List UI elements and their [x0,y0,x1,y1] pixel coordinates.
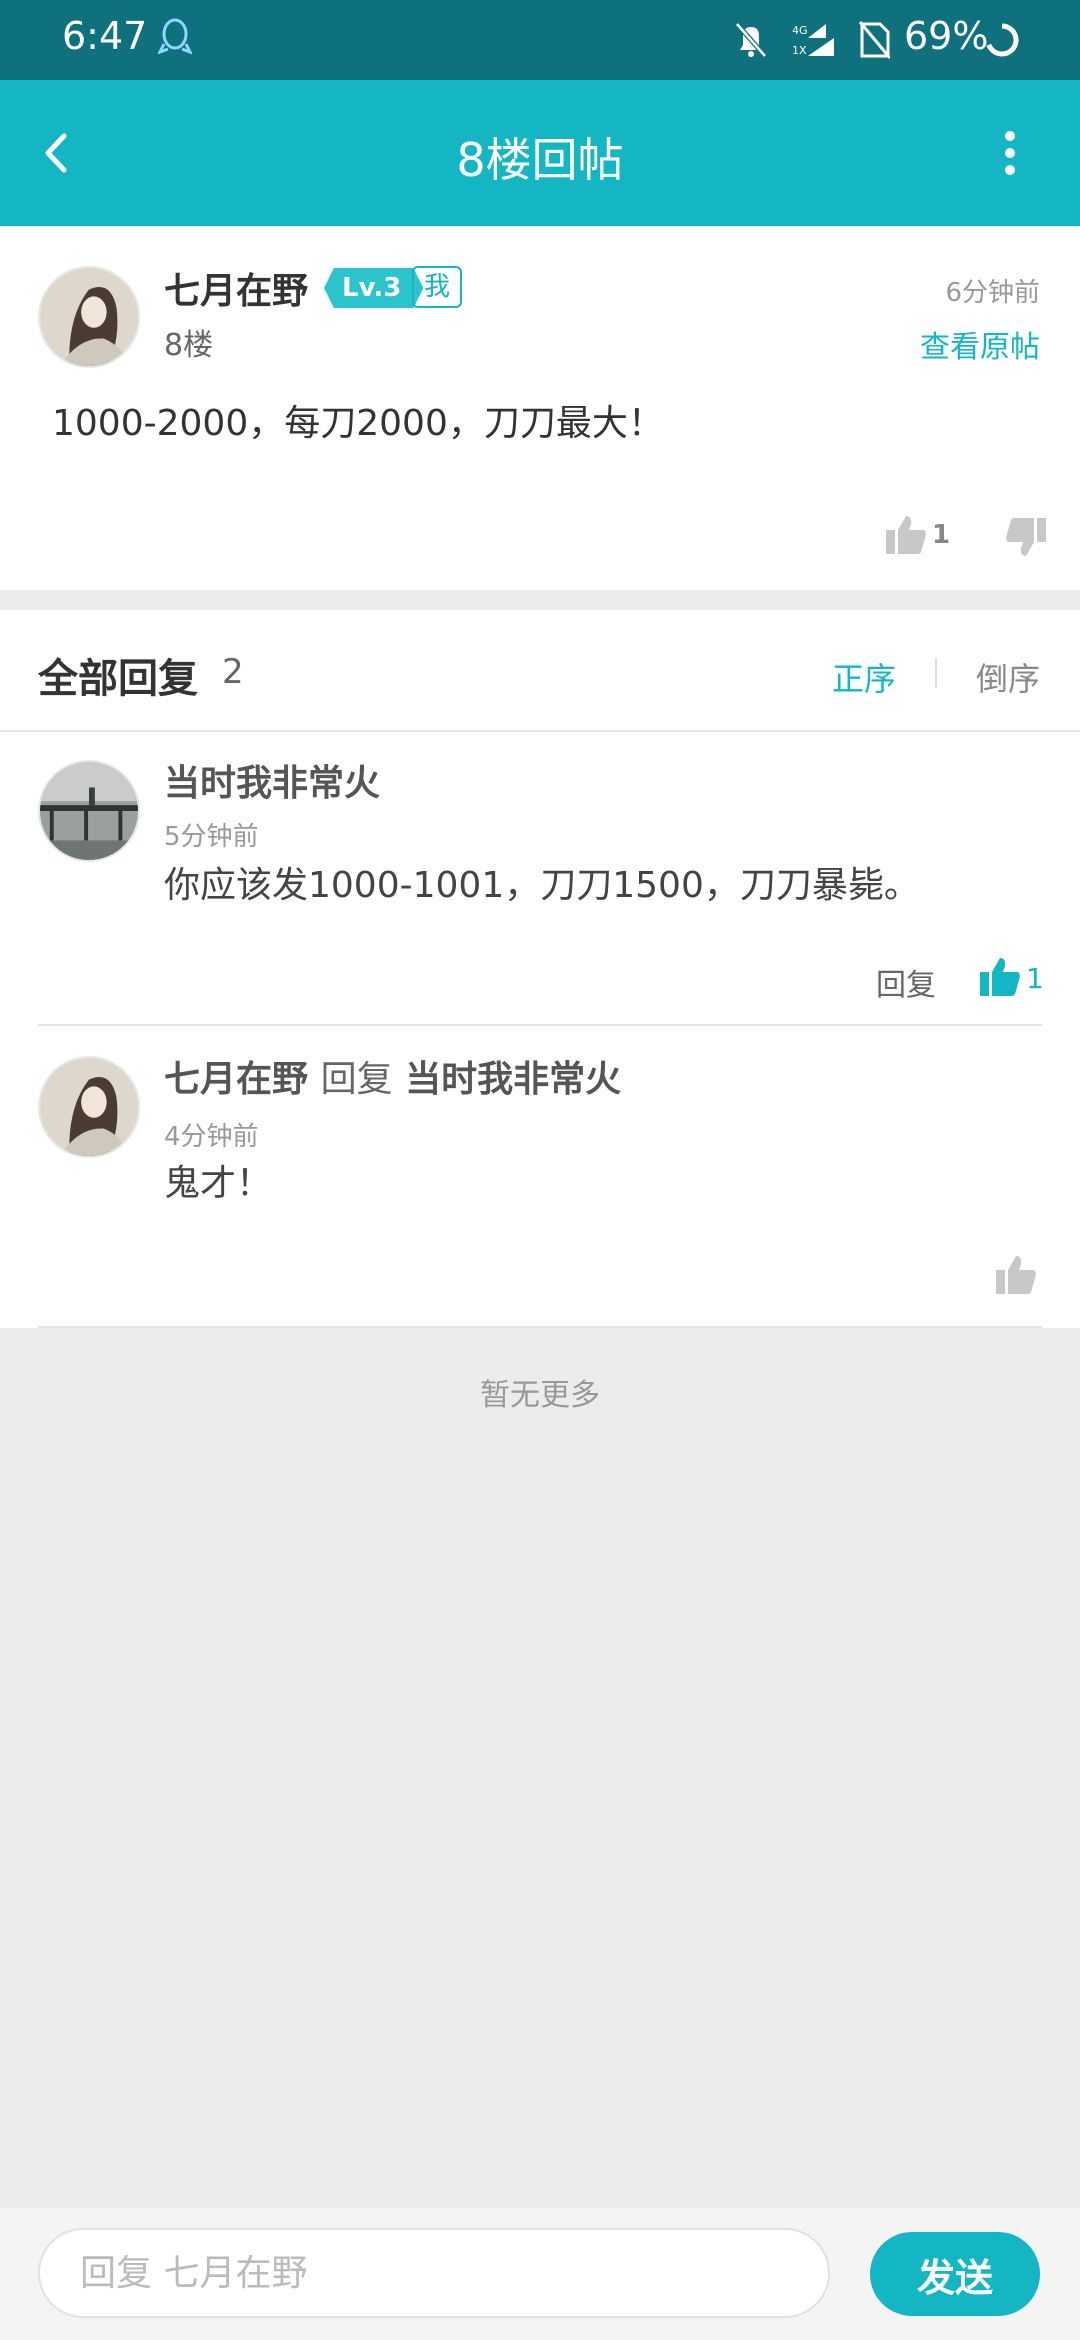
avatar[interactable] [38,266,140,368]
avatar[interactable] [38,760,140,862]
replies-section: 全部回复 2 正序 倒序 当时我非常火 5分钟前 你应该发1000-1001，刀… [0,610,1080,1328]
me-badge: 我 [412,266,462,308]
reply-author[interactable]: 七月在野 [164,1059,308,1100]
no-more-label: 暂无更多 [480,1378,600,1413]
reply-author-line: 七月在野 回复 当时我非常火 [164,1050,621,1102]
like-count: 1 [1026,962,1044,995]
divider [38,1326,1042,1328]
level-badge: Lv.3 [324,268,424,308]
thumbs-up-icon[interactable] [884,512,928,556]
reply-time: 5分钟前 [164,822,259,852]
more-vertical-icon[interactable] [996,124,1024,182]
send-button[interactable]: 发送 [870,2232,1040,2316]
replies-heading: 全部回复 [38,656,198,702]
page-title: 8楼回帖 [456,133,624,187]
post-time: 6分钟前 [945,278,1040,308]
divider [0,730,1080,732]
replies-count: 2 [222,652,244,692]
svg-text:1X: 1X [792,44,807,57]
reply-word: 回复 [320,1059,393,1100]
thumbs-down-icon[interactable] [1004,516,1048,560]
floor-number: 8楼 [164,328,214,363]
bell-off-icon [735,22,767,58]
reply-input[interactable] [38,2228,830,2318]
no-sim-icon [858,21,890,59]
battery-ring-icon [985,23,1019,57]
avatar[interactable] [38,1056,140,1158]
thumbs-up-icon[interactable] [978,954,1022,998]
avatar-image [40,1058,138,1156]
svg-text:4G: 4G [792,24,808,37]
sort-descending-button[interactable]: 倒序 [976,654,1040,700]
reply-target[interactable]: 当时我非常火 [405,1059,621,1100]
post-content: 1000-2000，每刀2000，刀刀最大！ [52,403,664,444]
reply-button[interactable]: 回复 [876,960,936,1004]
avatar-image [40,268,138,366]
status-time: 6:47 [62,14,148,58]
sort-separator [935,658,937,688]
author-name[interactable]: 七月在野 [164,262,308,314]
avatar-image [40,762,138,860]
like-count: 1 [932,520,951,550]
battery-percent: 69% [904,14,989,58]
thumbs-up-icon[interactable] [994,1252,1038,1296]
reply-content: 你应该发1000-1001，刀刀1500，刀刀暴毙。 [164,865,920,906]
status-bar: 6:47 4G 1X 69% [0,0,1080,80]
view-original-link[interactable]: 查看原帖 [920,322,1040,366]
reply-time: 4分钟前 [164,1122,259,1152]
qq-icon [158,18,192,55]
signal-icon: 4G 1X [792,24,834,57]
reply-bar: 发送 [0,2208,1080,2340]
thumbs-up-icon[interactable] [994,1862,1038,1906]
sort-ascending-button[interactable]: 正序 [832,654,896,700]
app-header: 8楼回帖 [0,80,1080,226]
reply-author[interactable]: 当时我非常火 [164,754,380,806]
divider [38,1024,1042,1026]
reply-content: 鬼才！ [164,1163,273,1204]
floor-post: 七月在野 Lv.3 我 8楼 6分钟前 查看原帖 1000-2000，每刀200… [0,226,1080,590]
